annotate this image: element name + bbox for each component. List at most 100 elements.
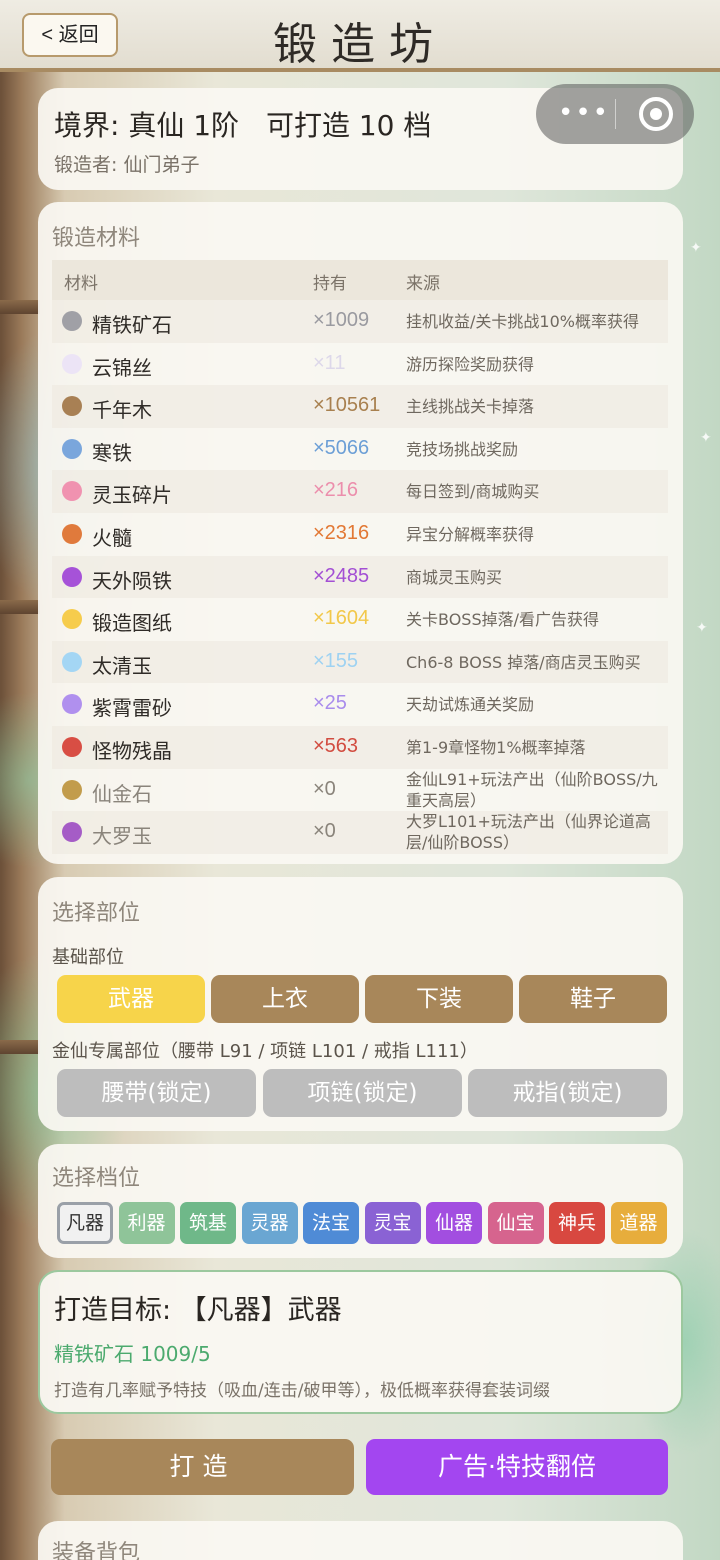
tier-option[interactable]: 道器: [610, 1202, 667, 1244]
part-button-shoes[interactable]: 鞋子: [519, 975, 667, 1023]
table-header: 材料 持有 来源: [52, 260, 668, 300]
material-source: 挂机收益/关卡挑战10%概率获得: [406, 312, 639, 331]
material-name: 寒铁: [92, 440, 132, 465]
table-row: 云锦丝 ×11 游历探险奖励获得: [52, 343, 668, 386]
material-name: 仙金石: [92, 781, 152, 806]
ad-double-skill-button[interactable]: 广告·特技翻倍: [366, 1439, 668, 1495]
tier-option[interactable]: 灵宝: [364, 1202, 421, 1244]
material-source: 每日签到/商城购买: [406, 482, 540, 502]
table-row: 锻造图纸 ×1604 关卡BOSS掉落/看广告获得: [52, 598, 668, 641]
part-button-necklace-locked[interactable]: 项链(锁定): [263, 1069, 462, 1117]
close-target-icon[interactable]: [639, 97, 673, 131]
material-source: 天劫试炼通关奖励: [406, 695, 535, 715]
realm-info: 境界: 真仙 1阶 可打造 10 档: [54, 104, 435, 144]
material-name: 锻造图纸: [92, 611, 172, 636]
tier-option[interactable]: 灵器: [241, 1202, 298, 1244]
material-quantity: ×1604: [313, 607, 370, 630]
material-quantity: ×25: [313, 692, 347, 715]
material-color-icon: [62, 609, 82, 630]
material-color-icon: [62, 481, 82, 502]
material-name: 天外陨铁: [92, 568, 172, 593]
background-shelf: [0, 1040, 40, 1054]
forge-target-title: 打造目标: 【凡器】武器: [54, 1295, 342, 1326]
material-quantity: ×1009: [313, 309, 370, 331]
material-name: 千年木: [92, 398, 152, 423]
parts-card: 选择部位 基础部位 武器 上衣 下装 鞋子 金仙专属部位（腰带 L91 / 项链…: [38, 877, 683, 1131]
material-source: Ch6-8 BOSS 掉落/商店灵玉购买: [406, 652, 641, 672]
table-row: 太清玉 ×155 Ch6-8 BOSS 掉落/商店灵玉购买: [52, 640, 668, 684]
tiers-card: 选择档位 凡器 利器 筑基 灵器 法宝 灵宝 仙器 仙宝 神兵 道器: [38, 1144, 683, 1258]
part-button-bottom[interactable]: 下装: [365, 975, 513, 1023]
material-color-icon: [62, 822, 82, 843]
forger-text: 锻造者: 仙门弟子: [54, 154, 200, 176]
material-name: 云锦丝: [92, 355, 152, 380]
forgeable-text: 可打造 10 档: [265, 109, 432, 142]
material-source: 大罗L101+玩法产出（仙界论道高层/仙阶BOSS）: [406, 812, 651, 853]
parts-title: 选择部位: [52, 901, 141, 926]
tier-option[interactable]: 神兵: [549, 1202, 605, 1244]
material-color-icon: [62, 311, 82, 331]
tier-option[interactable]: 筑基: [180, 1202, 236, 1244]
material-name: 紫霄雷砂: [92, 696, 172, 721]
basic-parts-label: 基础部位: [52, 947, 124, 968]
material-quantity: ×11: [313, 351, 346, 374]
material-color-icon: [62, 651, 82, 672]
forge-note: 打造有几率赋予特技（吸血/连击/破甲等），极低概率获得套装词缀: [54, 1381, 550, 1401]
background-shelf: [0, 300, 40, 314]
tier-option[interactable]: 仙器: [426, 1202, 482, 1244]
forge-button[interactable]: 打造: [51, 1439, 354, 1495]
material-source: 竞技场挑战奖励: [406, 439, 519, 459]
exclusive-parts-label: 金仙专属部位（腰带 L91 / 项链 L101 / 戒指 L111）: [52, 1041, 478, 1062]
table-row: 紫霄雷砂 ×25 天劫试炼通关奖励: [52, 683, 668, 726]
table-row: 灵玉碎片 ×216 每日签到/商城购买: [52, 470, 668, 513]
material-color-icon: [62, 523, 82, 544]
table-row: 天外陨铁 ×2485 商城灵玉购买: [52, 555, 668, 599]
material-source: 关卡BOSS掉落/看广告获得: [406, 610, 599, 630]
tier-option[interactable]: 凡器: [57, 1202, 113, 1244]
material-name: 灵玉碎片: [92, 483, 172, 508]
part-button-weapon[interactable]: 武器: [57, 975, 205, 1023]
materials-rows: 精铁矿石 ×1009 挂机收益/关卡挑战10%概率获得 云锦丝 ×11 游历探险奖励获得千…: [52, 300, 668, 854]
material-color-icon: [62, 396, 82, 417]
equipment-bag-title: 装备背包: [52, 1541, 141, 1560]
material-color-icon: [62, 566, 82, 587]
material-quantity: ×5066: [313, 436, 370, 459]
more-icon[interactable]: •••: [554, 94, 614, 134]
page-title: 锻造坊: [273, 19, 447, 70]
table-row: 千年木 ×10561 主线挑战关卡掉落: [52, 385, 668, 428]
material-source: 金仙L91+玩法产出（仙阶BOSS/九重天高层）: [406, 769, 658, 810]
table-row: 火髓 ×2316 异宝分解概率获得: [52, 513, 668, 556]
realm-text: 境界: 真仙 1阶: [54, 109, 240, 142]
material-name: 火髓: [92, 525, 132, 550]
table-row: 精铁矿石 ×1009 挂机收益/关卡挑战10%概率获得: [52, 300, 668, 343]
material-name: 大罗玉: [92, 824, 152, 849]
background-shelf: [0, 600, 40, 614]
part-button-ring-locked[interactable]: 戒指(锁定): [468, 1069, 667, 1117]
material-source: 第1-9章怪物1%概率掉落: [406, 737, 586, 757]
tiers-title: 选择档位: [52, 1166, 141, 1191]
tier-option[interactable]: 利器: [118, 1202, 175, 1244]
material-color-icon: [62, 353, 82, 374]
materials-card: 锻造材料 材料 持有 来源 精铁矿石 ×1009 挂机收益/关卡挑战10%概率获得云…: [38, 202, 683, 864]
material-quantity: ×0: [313, 777, 336, 800]
material-name: 太清玉: [92, 653, 152, 678]
material-name: 怪物残晶: [92, 738, 172, 763]
tier-option[interactable]: 法宝: [303, 1202, 359, 1244]
material-quantity: ×2485: [313, 564, 370, 587]
sparkle-icon: ✦: [690, 240, 702, 256]
top-header: < 返回 锻造坊: [0, 0, 720, 72]
sparkle-icon: ✦: [700, 430, 712, 446]
part-button-top[interactable]: 上衣: [211, 975, 359, 1023]
column-header-owned: 持有: [313, 274, 347, 294]
material-source: 异宝分解概率获得: [406, 524, 535, 544]
material-color-icon: [62, 736, 82, 757]
material-quantity: ×10561: [313, 394, 381, 417]
material-color-icon: [62, 438, 82, 459]
tier-option[interactable]: 仙宝: [487, 1202, 544, 1244]
material-quantity: ×216: [313, 479, 359, 502]
part-button-belt-locked[interactable]: 腰带(锁定): [57, 1069, 256, 1117]
forge-target-card: 打造目标: 【凡器】武器 精铁矿石 1009/5 打造有几率赋予特技（吸血/连击…: [38, 1270, 683, 1414]
material-quantity: ×563: [313, 734, 359, 757]
materials-table: 材料 持有 来源 精铁矿石 ×1009 挂机收益/关卡挑战10%概率获得 云锦丝 ×11…: [52, 260, 668, 854]
material-color-icon: [62, 694, 82, 715]
